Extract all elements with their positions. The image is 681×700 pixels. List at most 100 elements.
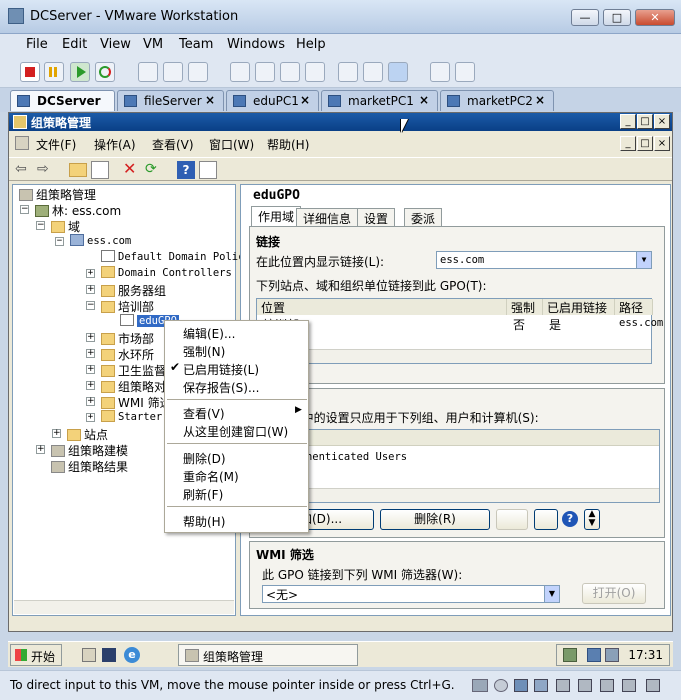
mmc-menu-help[interactable]: 帮助(H): [267, 136, 309, 153]
tab-fileserver[interactable]: fileServer ×: [117, 90, 224, 111]
expand-icon[interactable]: +: [86, 333, 95, 342]
collapse-icon[interactable]: −: [20, 205, 29, 214]
mmc-menu-window[interactable]: 窗口(W): [209, 136, 254, 153]
appliance-view-icon[interactable]: [388, 62, 408, 82]
menu-vm[interactable]: VM: [143, 37, 163, 52]
tree-item-default-policy[interactable]: Default Domain Policy: [101, 250, 251, 263]
close-tab-icon[interactable]: ×: [535, 93, 545, 107]
refresh-icon[interactable]: ⟳: [145, 161, 163, 179]
tree-results[interactable]: 组策略结果: [51, 458, 128, 475]
tree-domains[interactable]: − 域: [36, 218, 80, 235]
close-tab-icon[interactable]: ×: [205, 93, 215, 107]
expand-icon[interactable]: +: [86, 397, 95, 406]
network-adapter-icon[interactable]: [514, 679, 528, 692]
mmc-menu-file[interactable]: 文件(F): [36, 136, 76, 153]
menu-team[interactable]: Team: [179, 37, 213, 52]
display-links-select[interactable]: ess.com ▼: [436, 251, 652, 269]
tab-dcserver[interactable]: DCServer: [10, 90, 115, 111]
menu-edit[interactable]: Edit: [62, 37, 87, 52]
close-tab-icon[interactable]: ×: [419, 93, 429, 107]
tab-details[interactable]: 详细信息: [296, 208, 359, 226]
expand-icon[interactable]: +: [86, 413, 95, 422]
resize-grip-icon[interactable]: [646, 679, 660, 692]
forward-icon[interactable]: ⇨: [37, 161, 55, 179]
expand-icon[interactable]: +: [86, 381, 95, 390]
menu-item-help[interactable]: 帮助(H): [183, 513, 225, 530]
ie-icon[interactable]: e: [124, 647, 140, 663]
menu-item-view[interactable]: 查看(V): [183, 405, 225, 422]
reset-icon[interactable]: [95, 62, 115, 82]
unity-icon[interactable]: [305, 62, 325, 82]
sort-arrows-icon[interactable]: ▲ ▼: [584, 509, 600, 530]
tree-item-health[interactable]: + 卫生监督: [86, 362, 166, 379]
expand-icon[interactable]: +: [86, 269, 95, 278]
chevron-down-icon[interactable]: ▼: [544, 586, 559, 602]
replay-icon[interactable]: [455, 62, 475, 82]
tree-forest[interactable]: − 林: ess.com: [20, 202, 121, 219]
sound-icon[interactable]: [556, 679, 570, 692]
tree-item-training[interactable]: − 培训部: [86, 298, 154, 315]
col-path[interactable]: 路径: [615, 299, 653, 315]
links-grid[interactable]: 位置 强制 已启用链接 路径 培训部 否 是 ess.com: [256, 298, 663, 364]
menu-view[interactable]: View: [100, 37, 131, 52]
menu-item-refresh[interactable]: 刷新(F): [183, 486, 223, 503]
child-minimize-button[interactable]: _: [620, 136, 636, 151]
power-off-icon[interactable]: [20, 62, 40, 82]
volume-icon[interactable]: [605, 648, 619, 662]
minimize-button[interactable]: —: [571, 9, 599, 26]
maximize-button[interactable]: □: [603, 9, 631, 26]
quick-switch-icon[interactable]: [255, 62, 275, 82]
expand-icon[interactable]: +: [52, 429, 61, 438]
menu-item-new-window[interactable]: 从这里创建窗口(W): [183, 423, 288, 440]
menu-item-link-enabled[interactable]: 已启用链接(L): [183, 361, 259, 378]
list-horizontal-scrollbar[interactable]: [257, 488, 659, 502]
snapshot-icon[interactable]: [138, 62, 158, 82]
console-icon[interactable]: [363, 62, 383, 82]
help-icon[interactable]: ?: [177, 161, 195, 179]
full-screen-icon[interactable]: [280, 62, 300, 82]
server-manager-icon[interactable]: [82, 648, 96, 662]
tab-settings[interactable]: 设置: [357, 208, 396, 226]
tab-marketpc2[interactable]: marketPC2 ×: [440, 90, 554, 111]
col-enforced[interactable]: 强制: [507, 299, 543, 315]
menu-item-rename[interactable]: 重命名(M): [183, 468, 239, 485]
snapshot-manager-icon[interactable]: [188, 62, 208, 82]
menu-item-enforced[interactable]: 强制(N): [183, 343, 225, 360]
child-maximize-button[interactable]: □: [637, 136, 653, 151]
mmc-close-button[interactable]: ×: [654, 114, 670, 129]
expand-icon[interactable]: +: [86, 349, 95, 358]
properties-button[interactable]: [496, 509, 528, 530]
menu-file[interactable]: File: [26, 37, 48, 52]
collapse-icon[interactable]: −: [55, 237, 64, 246]
display-icon[interactable]: [600, 679, 614, 692]
tree-root[interactable]: 组策略管理: [19, 186, 96, 203]
tree-modeling[interactable]: + 组策略建模: [36, 442, 128, 459]
collapse-icon[interactable]: −: [36, 221, 45, 230]
table-row[interactable]: 培训部 否 是 ess.com: [257, 316, 663, 332]
mmc-menu-view[interactable]: 查看(V): [152, 136, 194, 153]
close-button[interactable]: ✕: [635, 9, 675, 26]
menu-help[interactable]: Help: [296, 37, 326, 52]
tree-horizontal-scrollbar[interactable]: [14, 600, 234, 614]
tree-domain[interactable]: − ess.com: [55, 234, 131, 247]
up-folder-icon[interactable]: [69, 163, 87, 177]
powershell-icon[interactable]: [102, 648, 116, 662]
suspend-icon[interactable]: [44, 62, 64, 82]
hard-disk-icon[interactable]: [472, 679, 488, 692]
collapse-icon[interactable]: −: [86, 301, 95, 310]
remove-button[interactable]: 删除(R): [380, 509, 490, 530]
record-icon[interactable]: [430, 62, 450, 82]
mmc-maximize-button[interactable]: □: [637, 114, 653, 129]
tab-scope[interactable]: 作用域: [251, 206, 302, 226]
tab-marketpc1[interactable]: marketPC1 ×: [321, 90, 438, 111]
tree-item-marketing[interactable]: + 市场部: [86, 330, 154, 347]
expand-icon[interactable]: +: [86, 365, 95, 374]
child-close-button[interactable]: ×: [654, 136, 670, 151]
grid-horizontal-scrollbar[interactable]: [257, 349, 651, 363]
network-icon[interactable]: [563, 648, 577, 662]
delete-icon[interactable]: ✕: [123, 161, 141, 179]
mmc-menu-action[interactable]: 操作(A): [94, 136, 136, 153]
summary-icon[interactable]: [338, 62, 358, 82]
menu-windows[interactable]: Windows: [227, 37, 285, 52]
console-menu-icon[interactable]: [15, 136, 29, 150]
